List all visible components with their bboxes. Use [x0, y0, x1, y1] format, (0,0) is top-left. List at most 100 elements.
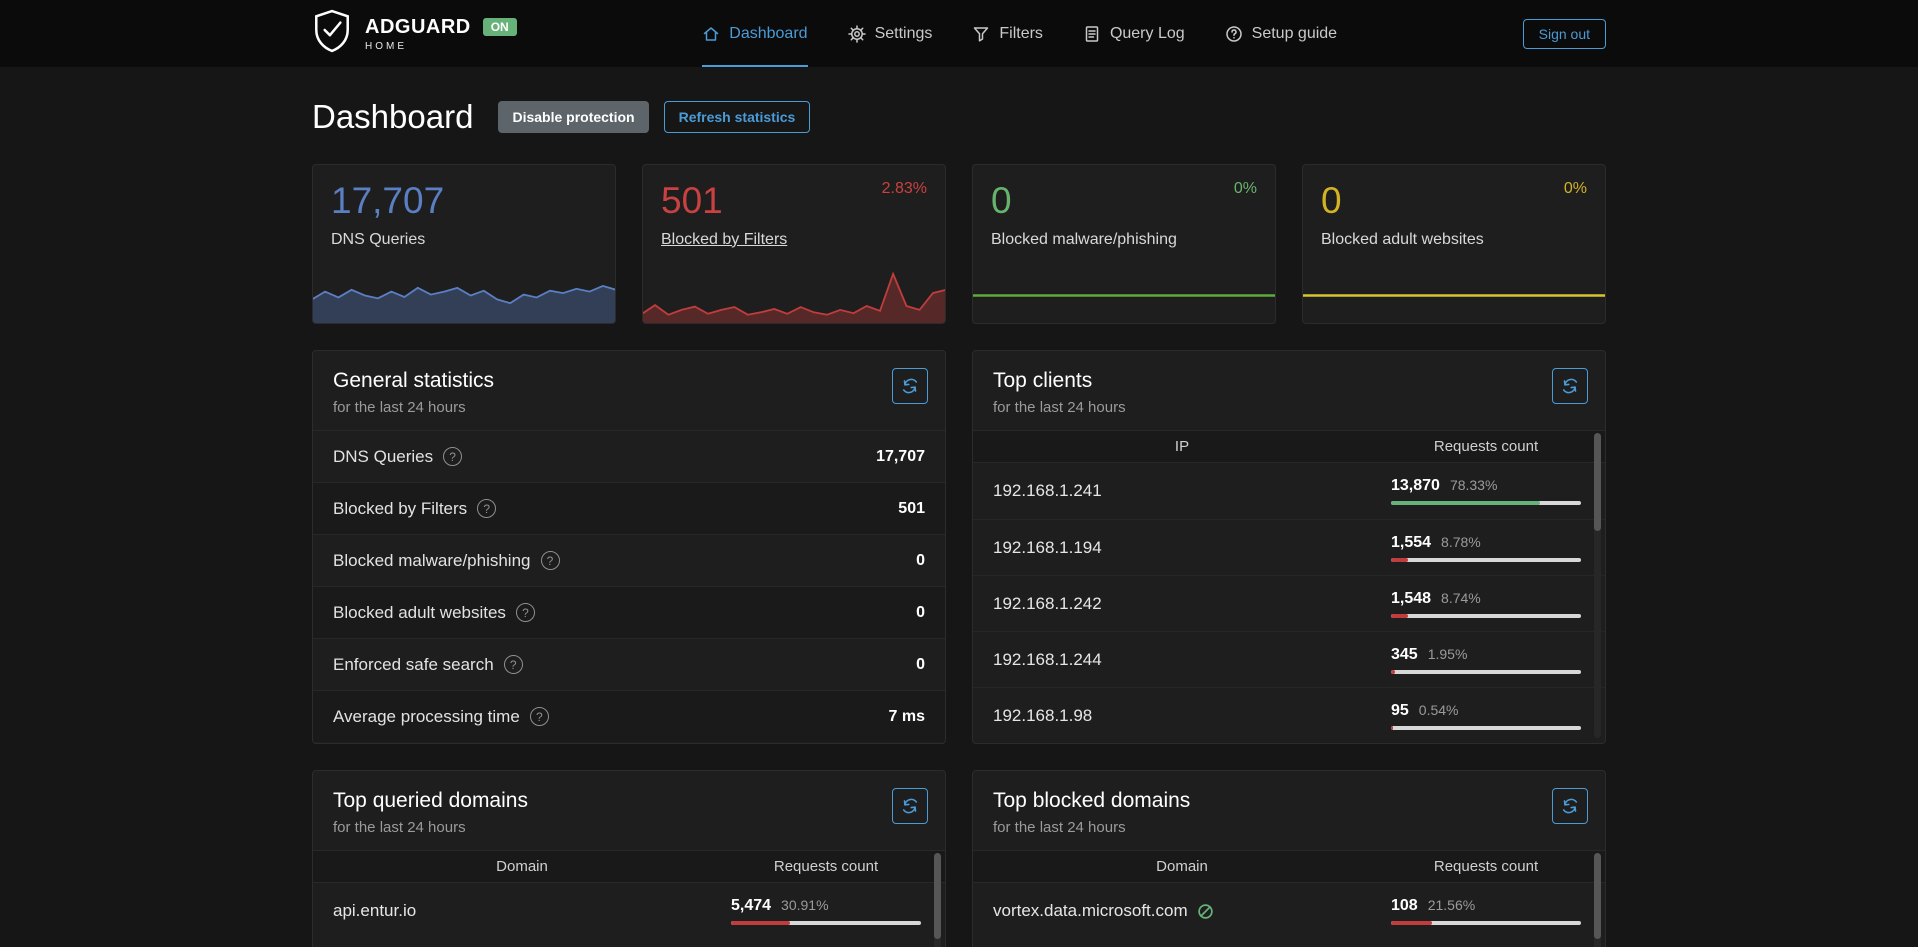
disable-protection-button[interactable]: Disable protection [498, 101, 648, 133]
stats-row: Average processing time? 7 ms [313, 690, 945, 742]
protection-status-badge: ON [483, 18, 517, 36]
stat-card-dns-queries: 17,707 DNS Queries [312, 164, 616, 324]
brand-subtitle: HOME [365, 41, 517, 52]
client-ip[interactable]: 192.168.1.244 [973, 650, 1391, 670]
domain-name-cell[interactable]: vortex.data.microsoft.com [973, 901, 1391, 921]
client-ip[interactable]: 192.168.1.98 [973, 706, 1391, 726]
stat-label: DNS Queries [333, 447, 433, 467]
help-icon[interactable]: ? [541, 551, 560, 570]
stat-value: 0 [916, 656, 925, 674]
domain-name[interactable]: vortex.data.microsoft.com [993, 901, 1188, 921]
refresh-statistics-button[interactable]: Refresh statistics [664, 101, 811, 133]
requests-count-cell: 1,554 8.78% [1391, 534, 1581, 562]
stat-label: DNS Queries [331, 231, 597, 249]
requests-progress-bar [1391, 670, 1581, 674]
adguard-logo[interactable]: ADGUARD ON HOME [312, 0, 517, 67]
gear-icon [848, 25, 866, 43]
refresh-button[interactable] [1552, 368, 1588, 404]
table-row[interactable]: 192.168.1.98 95 0.54% [973, 687, 1605, 743]
help-icon[interactable]: ? [443, 447, 462, 466]
stat-value: 0 [916, 552, 925, 570]
filter-check-icon[interactable] [1197, 903, 1214, 920]
question-icon [1225, 25, 1243, 43]
refresh-button[interactable] [892, 788, 928, 824]
stat-card-blocked-adult: 0% 0 Blocked adult websites [1302, 164, 1606, 324]
page-title: Dashboard [312, 98, 473, 136]
column-header-ip: IP [973, 438, 1391, 455]
requests-progress-bar [1391, 921, 1581, 925]
scrollbar-thumb[interactable] [934, 853, 941, 939]
requests-progress-bar [1391, 726, 1581, 730]
table-header: Domain Requests count [313, 850, 945, 883]
requests-count-cell: 1,548 8.74% [1391, 590, 1581, 618]
table-row[interactable]: 192.168.1.244 345 1.95% [973, 631, 1605, 687]
column-header-domain: Domain [313, 858, 731, 875]
requests-count: 1,548 [1391, 590, 1431, 608]
vertical-scrollbar[interactable] [1594, 433, 1601, 738]
top-blocked-list: vortex.data.microsoft.com 108 21.56% [973, 883, 1605, 939]
stat-percent: 0% [1564, 180, 1587, 198]
tab-query-log[interactable]: Query Log [1083, 0, 1185, 67]
table-row[interactable]: vortex.data.microsoft.com 108 21.56% [973, 883, 1605, 939]
panel-subtitle: for the last 24 hours [333, 819, 925, 836]
nav-label: Query Log [1110, 25, 1185, 43]
table-row[interactable]: 192.168.1.194 1,554 8.78% [973, 519, 1605, 575]
scrollbar-thumb[interactable] [1594, 433, 1601, 531]
funnel-icon [972, 25, 990, 43]
tab-setup-guide[interactable]: Setup guide [1225, 0, 1337, 67]
blocked-adult-sparkline [1302, 264, 1606, 324]
table-row[interactable]: 192.168.1.242 1,548 8.74% [973, 575, 1605, 631]
tab-settings[interactable]: Settings [848, 0, 933, 67]
requests-count: 5,474 [731, 897, 771, 915]
stat-percent: 2.83% [882, 180, 927, 198]
general-statistics-list: DNS Queries? 17,707 Blocked by Filters? … [313, 430, 945, 742]
column-header-requests: Requests count [1391, 438, 1581, 455]
vertical-scrollbar[interactable] [1594, 853, 1601, 947]
client-ip[interactable]: 192.168.1.241 [973, 481, 1391, 501]
requests-percent: 0.54% [1419, 702, 1459, 718]
help-icon[interactable]: ? [477, 499, 496, 518]
table-row[interactable]: api.entur.io 5,474 30.91% [313, 883, 945, 939]
top-queried-domains-panel: Top queried domains for the last 24 hour… [312, 770, 946, 947]
dns-queries-sparkline [312, 264, 616, 324]
requests-percent: 78.33% [1450, 477, 1497, 493]
vertical-scrollbar[interactable] [934, 853, 941, 947]
help-icon[interactable]: ? [530, 707, 549, 726]
tab-dashboard[interactable]: Dashboard [702, 0, 807, 67]
stat-label: Enforced safe search [333, 655, 494, 675]
dashboard-icon [702, 25, 720, 43]
column-header-requests: Requests count [731, 858, 921, 875]
sign-out-button[interactable]: Sign out [1523, 19, 1606, 49]
requests-progress-bar [1391, 501, 1581, 505]
top-clients-panel: Top clients for the last 24 hours IP Req… [972, 350, 1606, 744]
tab-filters[interactable]: Filters [972, 0, 1043, 67]
scrollbar-thumb[interactable] [1594, 853, 1601, 939]
requests-count-cell: 5,474 30.91% [731, 897, 921, 925]
table-header: Domain Requests count [973, 850, 1605, 883]
refresh-button[interactable] [1552, 788, 1588, 824]
panel-title: Top clients [993, 369, 1585, 393]
client-ip[interactable]: 192.168.1.194 [973, 538, 1391, 558]
requests-count-cell: 345 1.95% [1391, 646, 1581, 674]
client-ip[interactable]: 192.168.1.242 [973, 594, 1391, 614]
stat-value: 0 [1321, 181, 1587, 222]
requests-percent: 30.91% [781, 897, 828, 913]
table-row[interactable]: 192.168.1.241 13,870 78.33% [973, 463, 1605, 519]
requests-progress-bar [1391, 614, 1581, 618]
top-clients-list: 192.168.1.241 13,870 78.33% 192.168.1.19… [973, 463, 1605, 743]
stat-cards-row: 17,707 DNS Queries 2.83% 501 Blocked by … [312, 164, 1606, 324]
stat-value: 17,707 [876, 448, 925, 466]
help-icon[interactable]: ? [516, 603, 535, 622]
blocked-by-filters-link[interactable]: Blocked by Filters [661, 231, 927, 249]
domain-name[interactable]: api.entur.io [313, 901, 731, 921]
refresh-button[interactable] [892, 368, 928, 404]
stats-row: Blocked malware/phishing? 0 [313, 534, 945, 586]
stat-card-blocked-malware: 0% 0 Blocked malware/phishing [972, 164, 1276, 324]
requests-count-cell: 13,870 78.33% [1391, 477, 1581, 505]
stat-label: Blocked adult websites [1321, 231, 1587, 249]
column-header-domain: Domain [973, 858, 1391, 875]
panel-title: General statistics [333, 369, 925, 393]
stat-label: Blocked by Filters [333, 499, 467, 519]
requests-progress-bar [1391, 558, 1581, 562]
help-icon[interactable]: ? [504, 655, 523, 674]
